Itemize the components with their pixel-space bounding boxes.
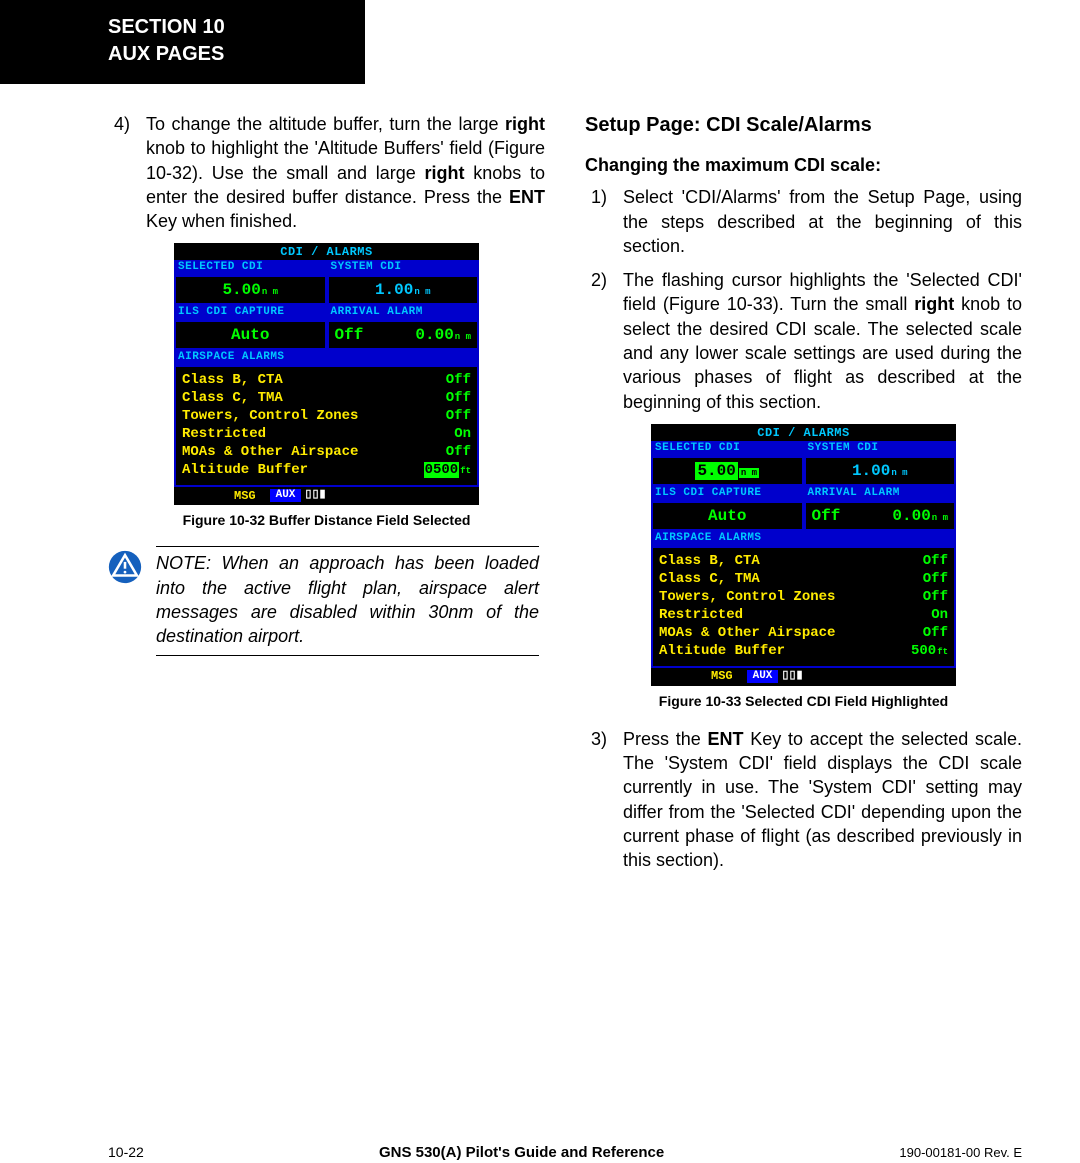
- system-cdi-label: SYSTEM CDI: [327, 260, 480, 275]
- aux-indicator: AUX: [270, 489, 302, 502]
- section-line1: SECTION 10: [108, 14, 325, 41]
- airspace-row: Class C, TMAOff: [182, 389, 471, 407]
- right-column: Setup Page: CDI Scale/Alarms Changing th…: [585, 112, 1022, 883]
- airspace-row: MOAs & Other AirspaceOff: [659, 624, 948, 642]
- step-text: Select 'CDI/Alarms' from the Setup Page,…: [623, 185, 1022, 258]
- airspace-row: Towers, Control ZonesOff: [659, 588, 948, 606]
- airspace-row: MOAs & Other AirspaceOff: [182, 443, 471, 461]
- section-line2: AUX PAGES: [108, 41, 325, 68]
- step-4: 4) To change the altitude buffer, turn t…: [108, 112, 545, 233]
- airspace-row: Class C, TMAOff: [659, 570, 948, 588]
- step-1: 1) Select 'CDI/Alarms' from the Setup Pa…: [585, 185, 1022, 258]
- figure-10-33-caption: Figure 10-33 Selected CDI Field Highligh…: [585, 692, 1022, 711]
- step-number: 3): [585, 727, 607, 873]
- figure-10-32-screen: CDI / ALARMS SELECTED CDI 5.00n m SYSTEM…: [174, 243, 479, 505]
- ils-cdi-value: Auto: [651, 501, 804, 531]
- figure-10-32-caption: Figure 10-32 Buffer Distance Field Selec…: [108, 511, 545, 530]
- note-icon: [108, 550, 142, 584]
- msg-indicator: MSG: [234, 490, 256, 502]
- page-footer: 10-22 GNS 530(A) Pilot's Guide and Refer…: [0, 1143, 1080, 1163]
- step-number: 4): [108, 112, 130, 233]
- selected-cdi-value: 5.00n m: [174, 275, 327, 305]
- system-cdi-value: 1.00n m: [804, 456, 957, 486]
- selected-cdi-label: SELECTED CDI: [651, 441, 804, 456]
- airspace-alarms-label: AIRSPACE ALARMS: [174, 350, 479, 365]
- airspace-row: Towers, Control ZonesOff: [182, 407, 471, 425]
- section-header: SECTION 10 AUX PAGES: [0, 0, 365, 84]
- airspace-row: Class B, CTAOff: [659, 552, 948, 570]
- figure-10-33-screen: CDI / ALARMS SELECTED CDI 5.00n m SYSTEM…: [651, 424, 956, 686]
- page-number: 10-22: [108, 1143, 144, 1162]
- screen-footer: MSG AUX ▯▯▮: [651, 668, 956, 686]
- arrival-alarm-value: Off 0.00n m: [804, 501, 957, 531]
- airspace-alarms-box: Class B, CTAOff Class C, TMAOff Towers, …: [651, 546, 956, 668]
- altitude-buffer-row: Altitude Buffer 0500ft: [182, 461, 471, 479]
- subheading: Changing the maximum CDI scale:: [585, 153, 1022, 177]
- selected-cdi-label: SELECTED CDI: [174, 260, 327, 275]
- altitude-buffer-value: 0500ft: [424, 463, 471, 477]
- arrival-alarm-label: ARRIVAL ALARM: [804, 486, 957, 501]
- footer-title: GNS 530(A) Pilot's Guide and Reference: [379, 1143, 664, 1163]
- system-cdi-label: SYSTEM CDI: [804, 441, 957, 456]
- step-number: 1): [585, 185, 607, 258]
- ils-cdi-label: ILS CDI CAPTURE: [174, 305, 327, 320]
- note-text: NOTE: When an approach has been loaded i…: [156, 546, 539, 655]
- ils-cdi-value: Auto: [174, 320, 327, 350]
- screen-title: CDI / ALARMS: [651, 424, 956, 441]
- altitude-buffer-value: 500ft: [911, 644, 948, 658]
- airspace-row: Class B, CTAOff: [182, 371, 471, 389]
- airspace-row: RestrictedOn: [182, 425, 471, 443]
- airspace-alarms-box: Class B, CTAOff Class C, TMAOff Towers, …: [174, 365, 479, 487]
- arrival-alarm-value: Off 0.00n m: [327, 320, 480, 350]
- screen-title: CDI / ALARMS: [174, 243, 479, 260]
- arrival-alarm-label: ARRIVAL ALARM: [327, 305, 480, 320]
- ils-cdi-label: ILS CDI CAPTURE: [651, 486, 804, 501]
- page-dots-icon: ▯▯▮: [305, 490, 326, 501]
- footer-revision: 190-00181-00 Rev. E: [899, 1144, 1022, 1162]
- aux-indicator: AUX: [747, 670, 779, 683]
- airspace-alarms-label: AIRSPACE ALARMS: [651, 531, 956, 546]
- airspace-row: RestrictedOn: [659, 606, 948, 624]
- step-text: Press the ENT Key to accept the selected…: [623, 727, 1022, 873]
- step-3: 3) Press the ENT Key to accept the selec…: [585, 727, 1022, 873]
- note-block: NOTE: When an approach has been loaded i…: [108, 546, 545, 655]
- selected-cdi-value: 5.00n m: [651, 456, 804, 486]
- selected-cdi-highlight: 5.00n m: [695, 463, 759, 479]
- screen-footer: MSG AUX ▯▯▮: [174, 487, 479, 505]
- left-column: 4) To change the altitude buffer, turn t…: [108, 112, 545, 883]
- step-number: 2): [585, 268, 607, 414]
- system-cdi-value: 1.00n m: [327, 275, 480, 305]
- altitude-buffer-row: Altitude Buffer 500ft: [659, 642, 948, 660]
- step-text: To change the altitude buffer, turn the …: [146, 112, 545, 233]
- step-2: 2) The flashing cursor highlights the 'S…: [585, 268, 1022, 414]
- setup-page-heading: Setup Page: CDI Scale/Alarms: [585, 112, 1022, 139]
- step-text: The flashing cursor highlights the 'Sele…: [623, 268, 1022, 414]
- page-dots-icon: ▯▯▮: [782, 671, 803, 682]
- msg-indicator: MSG: [711, 670, 733, 682]
